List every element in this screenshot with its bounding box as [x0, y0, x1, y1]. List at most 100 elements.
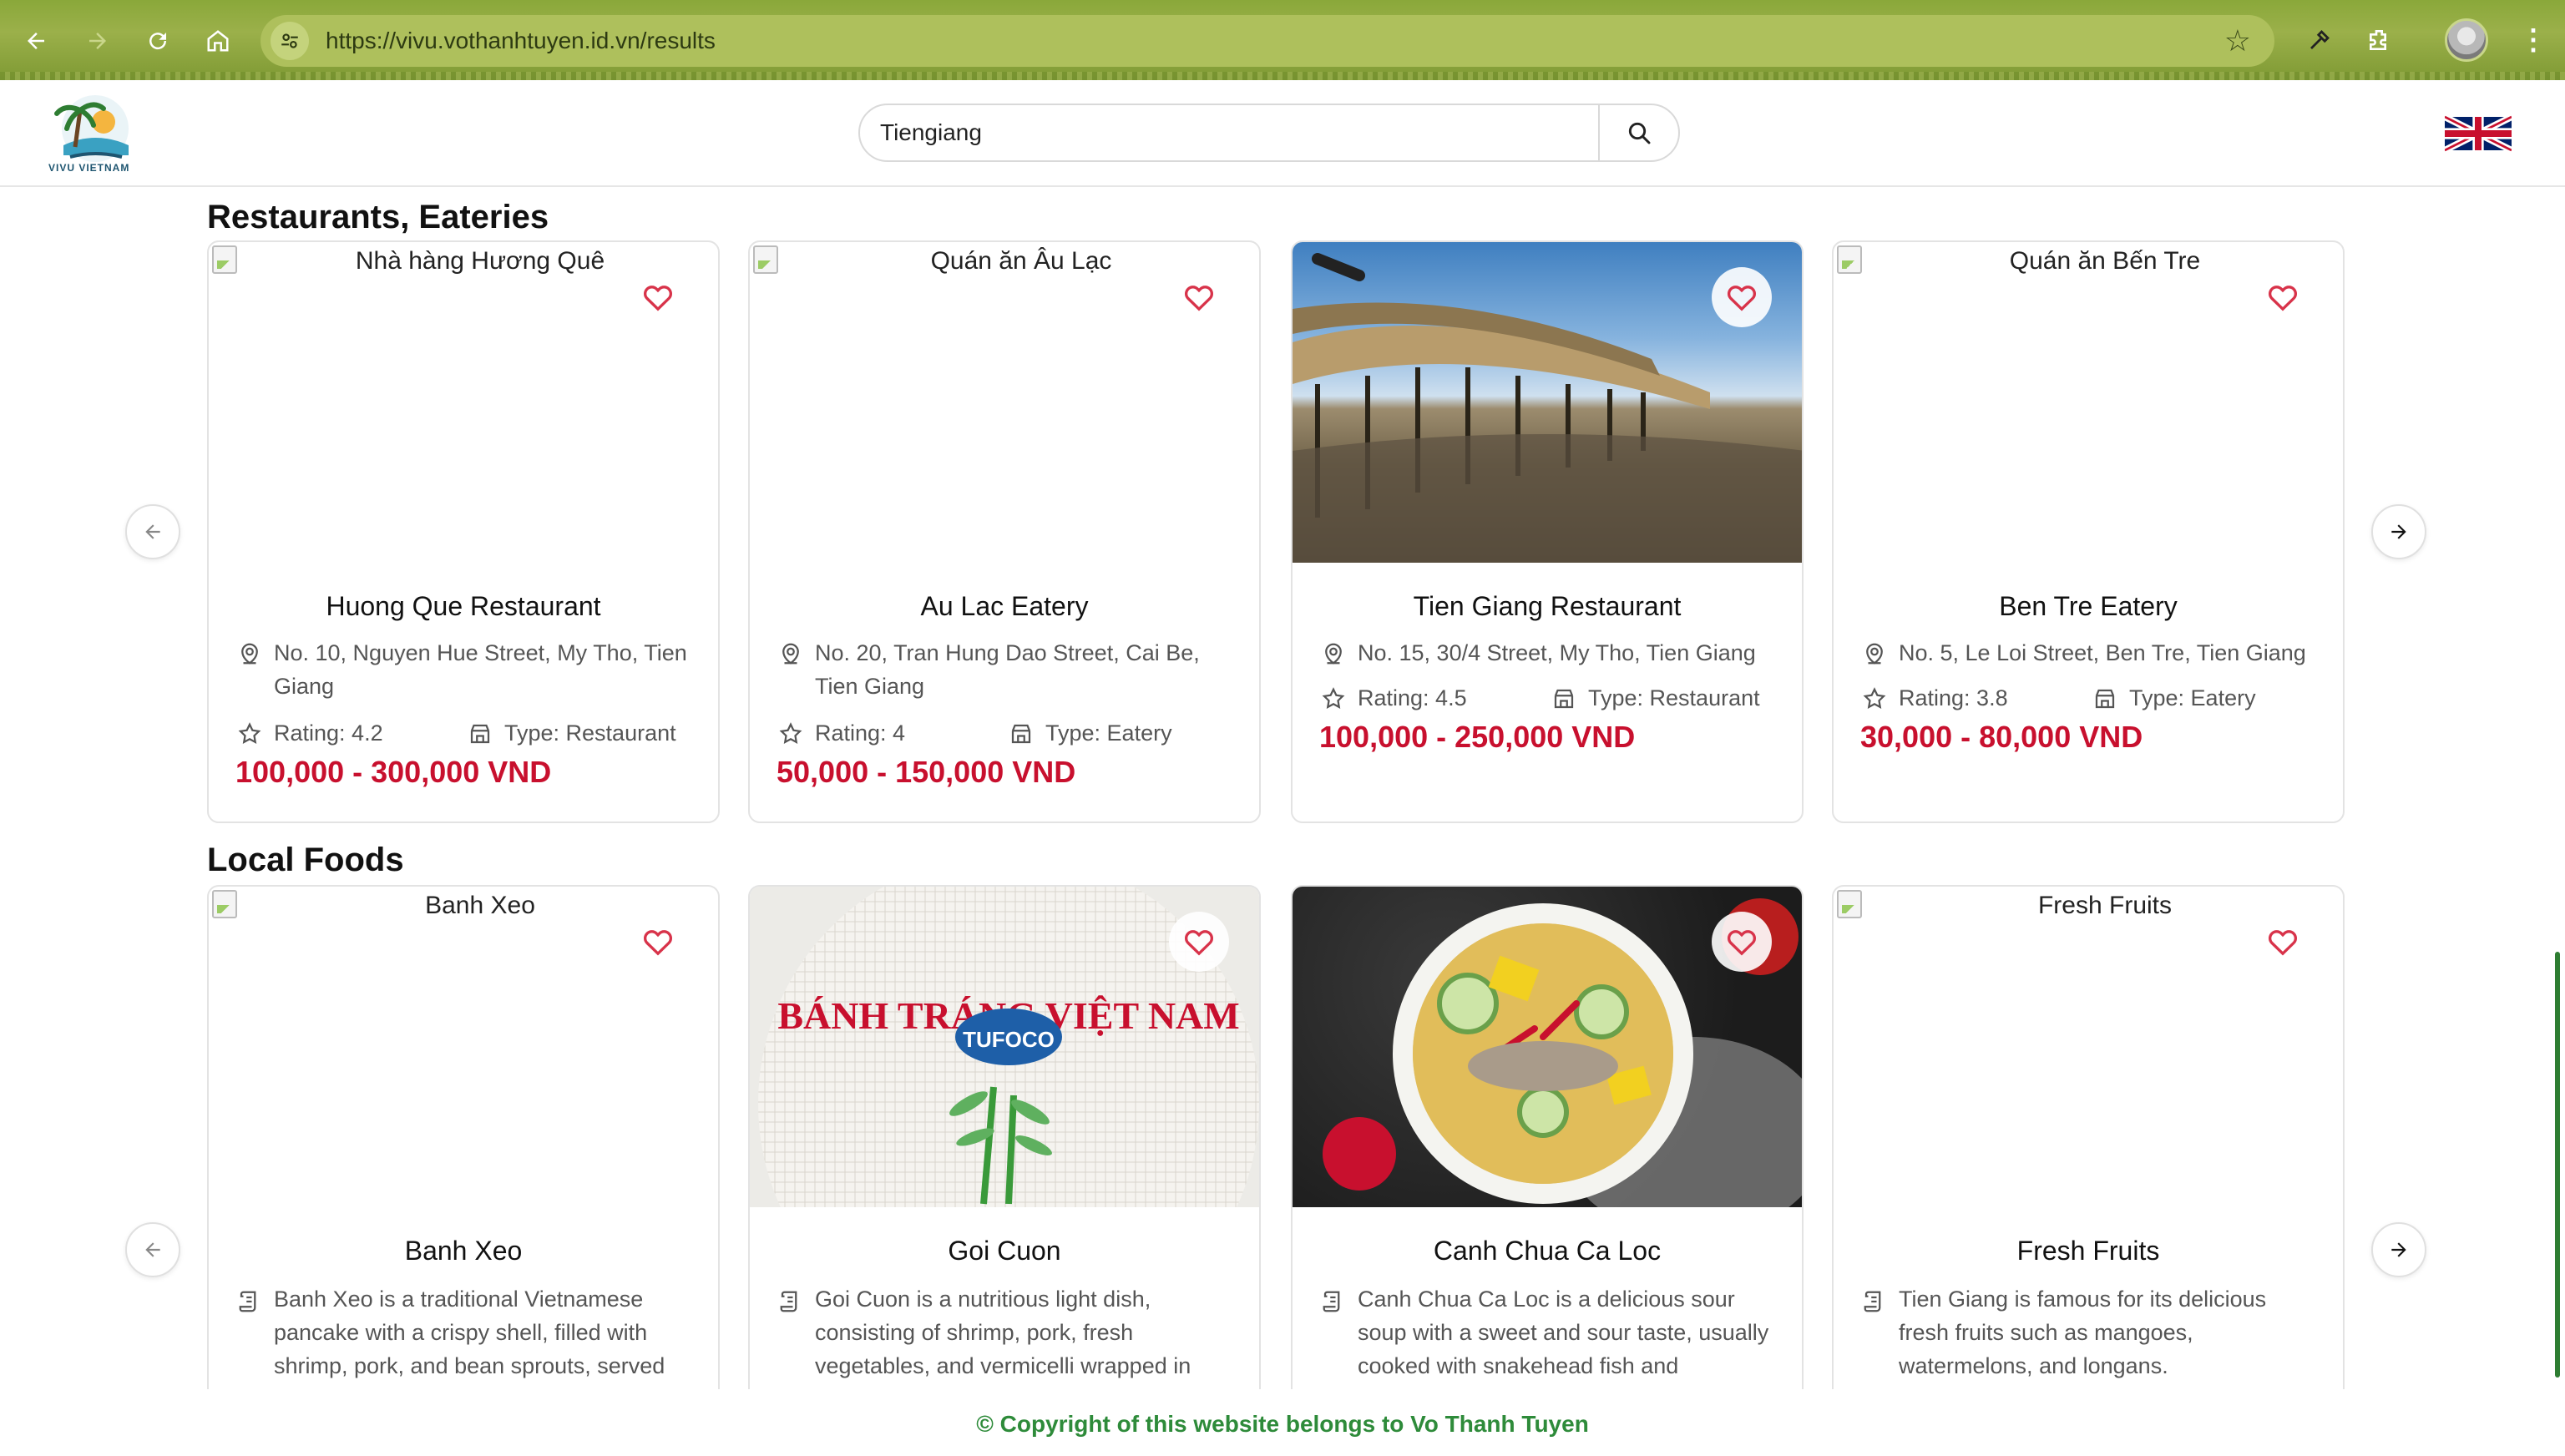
food-card[interactable]: Banh Xeo Banh Xeo Banh Xeo is a traditio…	[207, 885, 720, 1389]
back-icon[interactable]	[17, 22, 55, 60]
address-bar[interactable]: https://vivu.vothanhtuyen.id.vn/results …	[261, 15, 2274, 67]
scroll-document-icon	[1864, 1291, 1881, 1312]
description-text: Canh Chua Ca Loc is a delicious sour sou…	[1358, 1287, 1769, 1378]
bookmark-star-icon[interactable]: ☆	[2224, 23, 2251, 58]
restaurant-type: Type: Restaurant	[1551, 681, 1760, 715]
scroll-document-icon	[1323, 1291, 1340, 1312]
favorite-heart-icon[interactable]	[1169, 267, 1229, 327]
arrow-right-icon	[2391, 524, 2406, 539]
food-name: Canh Chua Ca Loc	[1433, 1236, 1662, 1266]
price-range: 100,000 - 300,000 VND	[235, 755, 552, 789]
arrow-right-icon	[2391, 1242, 2406, 1257]
star-icon	[238, 722, 261, 744]
store-icon	[1554, 689, 1574, 709]
food-card[interactable]: Canh Chua Ca Loc Canh Chua Ca Loc is a d…	[1291, 885, 1804, 1389]
description-text: Goi Cuon is a nutritious light dish, con…	[815, 1287, 1191, 1378]
price-range: 50,000 - 150,000 VND	[777, 755, 1076, 789]
page-scrollbar[interactable]	[2555, 952, 2560, 1378]
favorite-heart-icon[interactable]	[2253, 912, 2313, 972]
search-bar	[858, 104, 1680, 162]
food-name: Banh Xeo	[404, 1236, 523, 1266]
foods-next-button[interactable]	[2371, 1222, 2426, 1277]
menu-icon[interactable]: ⋮	[2512, 18, 2555, 62]
star-icon	[779, 722, 802, 744]
location-pin-icon	[782, 643, 799, 665]
restaurant-rating: Rating: 4	[778, 716, 905, 750]
price-range: 100,000 - 250,000 VND	[1319, 720, 1636, 754]
food-card[interactable]: BÁNH TRÁNG VIỆT NAM TUFOCO Goi Cuon Goi …	[748, 885, 1261, 1389]
eyedropper-icon[interactable]	[2298, 18, 2341, 62]
food-name: Fresh Fruits	[2016, 1236, 2160, 1266]
food-description: Goi Cuon is a nutritious light dish, con…	[778, 1282, 1234, 1383]
store-icon	[1011, 724, 1031, 744]
favorite-heart-icon[interactable]	[1712, 267, 1772, 327]
type-text: Type: Restaurant	[1588, 685, 1760, 710]
location-pin-icon	[241, 643, 258, 665]
arrow-left-icon	[145, 524, 160, 539]
restaurants-next-button[interactable]	[2371, 504, 2426, 559]
restaurant-address: No. 10, Nguyen Hue Street, My Tho, Tien …	[237, 636, 705, 703]
food-card[interactable]: Fresh Fruits Fresh Fruits Tien Giang is …	[1832, 885, 2345, 1389]
favorite-heart-icon[interactable]	[628, 267, 688, 327]
site-header: VIVU VIETNAM	[0, 80, 2565, 187]
food-description: Tien Giang is famous for its delicious f…	[1862, 1282, 2318, 1383]
restaurant-card[interactable]: Quán ăn Âu Lạc Au Lac Eatery No. 20, Tra…	[748, 240, 1261, 823]
arrow-left-icon	[145, 1242, 160, 1257]
footer-copyright: © Copyright of this website belongs to V…	[0, 1389, 2565, 1456]
rating-text: Rating: 3.8	[1899, 685, 2008, 710]
restaurant-card[interactable]: Tien Giang Restaurant No. 15, 30/4 Stree…	[1291, 240, 1804, 823]
url-text: https://vivu.vothanhtuyen.id.vn/results	[326, 28, 716, 53]
rating-text: Rating: 4	[815, 720, 906, 746]
type-text: Type: Restaurant	[504, 720, 676, 746]
search-icon	[1628, 122, 1651, 144]
profile-avatar[interactable]	[2445, 18, 2488, 62]
price-range: 30,000 - 80,000 VND	[1860, 720, 2143, 754]
description-text: Banh Xeo is a traditional Vietnamese pan…	[274, 1287, 665, 1378]
logo-text: VIVU VIETNAM	[48, 162, 130, 174]
restaurant-name: Ben Tre Eatery	[1999, 591, 2178, 621]
address-text: No. 5, Le Loi Street, Ben Tre, Tien Gian…	[1899, 640, 2306, 665]
food-description: Canh Chua Ca Loc is a delicious sour sou…	[1321, 1282, 1777, 1383]
address-text: No. 10, Nguyen Hue Street, My Tho, Tien …	[274, 640, 687, 699]
extensions-icon[interactable]	[2358, 18, 2401, 62]
restaurant-type: Type: Restaurant	[468, 716, 676, 750]
restaurant-name: Huong Que Restaurant	[326, 591, 601, 621]
star-icon	[1863, 687, 1886, 709]
restaurant-address: No. 15, 30/4 Street, My Tho, Tien Giang	[1321, 636, 1788, 670]
scroll-document-icon	[239, 1291, 256, 1312]
location-pin-icon	[1325, 643, 1342, 665]
rating-text: Rating: 4.5	[1358, 685, 1467, 710]
favorite-heart-icon[interactable]	[1712, 912, 1772, 972]
site-settings-icon[interactable]	[271, 22, 309, 60]
store-icon	[2095, 689, 2115, 709]
location-pin-icon	[1866, 643, 1883, 665]
foods-prev-button[interactable]	[125, 1222, 180, 1277]
favorite-heart-icon[interactable]	[628, 912, 688, 972]
restaurant-type: Type: Eatery	[1009, 716, 1172, 750]
address-text: No. 15, 30/4 Street, My Tho, Tien Giang	[1358, 640, 1756, 665]
restaurant-rating: Rating: 4.5	[1321, 681, 1467, 715]
search-input[interactable]	[880, 119, 1598, 146]
star-icon	[1322, 687, 1345, 709]
search-button[interactable]	[1598, 105, 1678, 160]
section-title-local-foods: Local Foods	[207, 842, 404, 878]
food-name: Goi Cuon	[948, 1236, 1061, 1266]
uk-flag-language-icon[interactable]	[2445, 112, 2512, 155]
reload-icon[interactable]	[139, 22, 177, 60]
svg-text:TUFOCO: TUFOCO	[963, 1027, 1055, 1052]
restaurant-rating: Rating: 4.2	[237, 716, 383, 750]
restaurant-card[interactable]: Nhà hàng Hương Quê Huong Que Restaurant …	[207, 240, 720, 823]
description-text: Tien Giang is famous for its delicious f…	[1899, 1287, 2267, 1378]
rating-text: Rating: 4.2	[274, 720, 383, 746]
scroll-document-icon	[780, 1291, 797, 1312]
favorite-heart-icon[interactable]	[1169, 912, 1229, 972]
forward-icon[interactable]	[78, 22, 117, 60]
address-text: No. 20, Tran Hung Dao Street, Cai Be, Ti…	[815, 640, 1200, 699]
restaurant-card[interactable]: Quán ăn Bến Tre Ben Tre Eatery No. 5, Le…	[1832, 240, 2345, 823]
section-title-restaurants: Restaurants, Eateries	[207, 199, 549, 235]
restaurants-prev-button[interactable]	[125, 504, 180, 559]
favorite-heart-icon[interactable]	[2253, 267, 2313, 327]
restaurant-address: No. 5, Le Loi Street, Ben Tre, Tien Gian…	[1862, 636, 2338, 670]
home-icon[interactable]	[199, 22, 237, 60]
restaurant-address: No. 20, Tran Hung Dao Street, Cai Be, Ti…	[778, 636, 1246, 703]
